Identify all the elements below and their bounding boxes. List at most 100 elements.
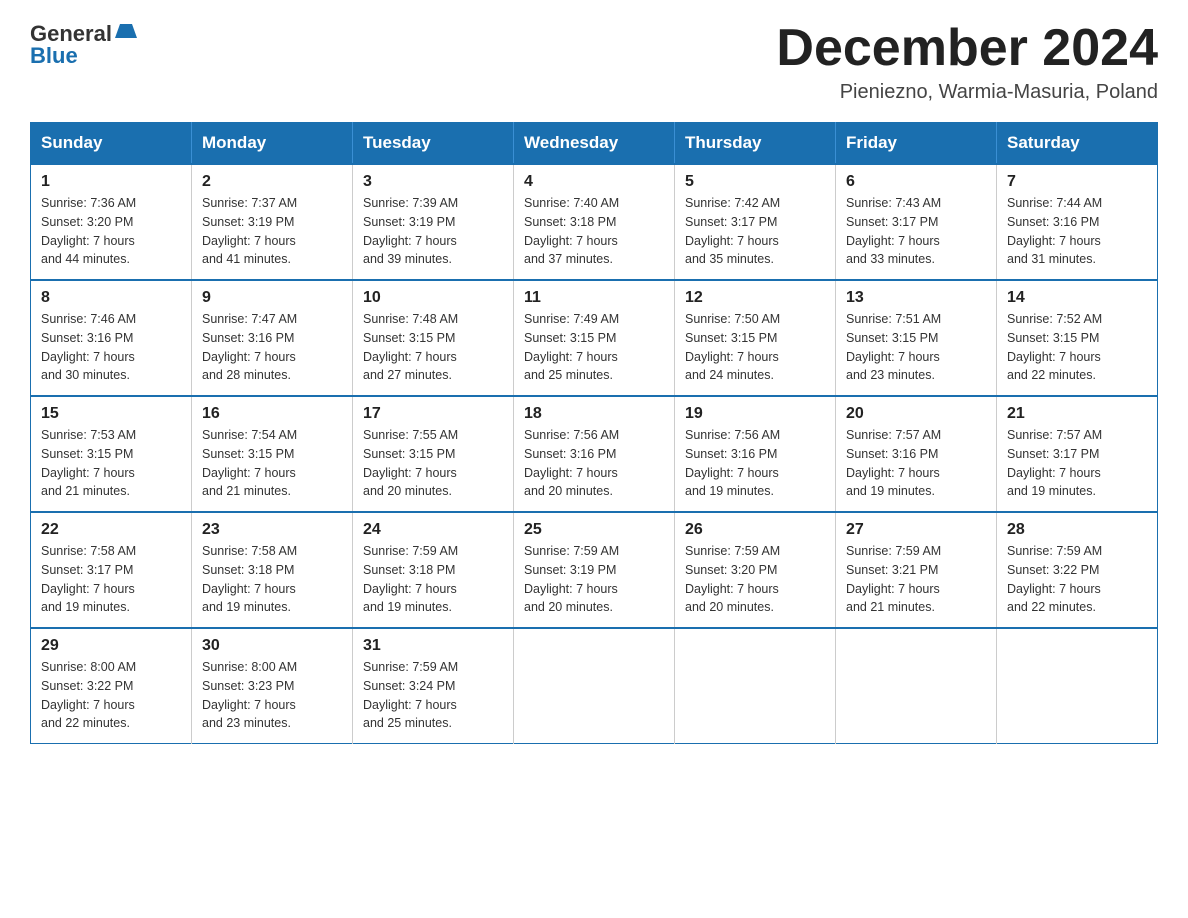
day-info: Sunrise: 7:42 AMSunset: 3:17 PMDaylight:… (685, 194, 825, 269)
calendar-week-row: 15 Sunrise: 7:53 AMSunset: 3:15 PMDayligh… (31, 396, 1158, 512)
day-number: 5 (685, 173, 825, 191)
day-info: Sunrise: 7:52 AMSunset: 3:15 PMDaylight:… (1007, 310, 1147, 385)
table-row: 2Sunrise: 7:37 AMSunset: 3:19 PMDaylight… (192, 164, 353, 280)
month-title: December 2024 (776, 20, 1158, 77)
day-number: 26 (685, 521, 825, 539)
day-info: Sunrise: 7:44 AMSunset: 3:16 PMDaylight:… (1007, 194, 1147, 269)
day-info: Sunrise: 7:54 AMSunset: 3:15 PMDaylight:… (202, 426, 342, 501)
day-number: 7 (1007, 173, 1147, 191)
day-info: Sunrise: 7:37 AMSunset: 3:19 PMDaylight:… (202, 194, 342, 269)
table-row: 8 Sunrise: 7:46 AMSunset: 3:16 PMDaylight… (31, 280, 192, 396)
day-info: Sunrise: 7:46 AMSunset: 3:16 PMDaylight:… (41, 310, 181, 385)
header-thursday: Thursday (675, 123, 836, 165)
page-header: General Blue December 2024 Pieniezno, Wa… (30, 20, 1158, 104)
header-saturday: Saturday (997, 123, 1158, 165)
table-row: 15 Sunrise: 7:53 AMSunset: 3:15 PMDayligh… (31, 396, 192, 512)
header-tuesday: Tuesday (353, 123, 514, 165)
day-info: Sunrise: 7:59 AMSunset: 3:21 PMDaylight:… (846, 542, 986, 617)
table-row: 10 Sunrise: 7:48 AMSunset: 3:15 PMDayligh… (353, 280, 514, 396)
table-row (675, 628, 836, 744)
table-row: 21Sunrise: 7:57 AMSunset: 3:17 PMDayligh… (997, 396, 1158, 512)
table-row: 28 Sunrise: 7:59 AMSunset: 3:22 PMDayligh… (997, 512, 1158, 628)
logo-blue-text: Blue (30, 43, 78, 69)
table-row: 22 Sunrise: 7:58 AMSunset: 3:17 PMDayligh… (31, 512, 192, 628)
table-row: 17 Sunrise: 7:55 AMSunset: 3:15 PMDayligh… (353, 396, 514, 512)
header-wednesday: Wednesday (514, 123, 675, 165)
day-number: 16 (202, 405, 342, 423)
header-monday: Monday (192, 123, 353, 165)
calendar-table: Sunday Monday Tuesday Wednesday Thursday… (30, 122, 1158, 744)
day-number: 23 (202, 521, 342, 539)
table-row: 11 Sunrise: 7:49 AMSunset: 3:15 PMDayligh… (514, 280, 675, 396)
day-info: Sunrise: 7:59 AMSunset: 3:20 PMDaylight:… (685, 542, 825, 617)
day-number: 10 (363, 289, 503, 307)
table-row: 3Sunrise: 7:39 AMSunset: 3:19 PMDaylight… (353, 164, 514, 280)
table-row: 30 Sunrise: 8:00 AMSunset: 3:23 PMDayligh… (192, 628, 353, 744)
day-number: 25 (524, 521, 664, 539)
header-sunday: Sunday (31, 123, 192, 165)
table-row: 4Sunrise: 7:40 AMSunset: 3:18 PMDaylight… (514, 164, 675, 280)
day-number: 19 (685, 405, 825, 423)
day-info: Sunrise: 7:49 AMSunset: 3:15 PMDaylight:… (524, 310, 664, 385)
day-info: Sunrise: 7:55 AMSunset: 3:15 PMDaylight:… (363, 426, 503, 501)
day-number: 31 (363, 637, 503, 655)
table-row: 18 Sunrise: 7:56 AMSunset: 3:16 PMDayligh… (514, 396, 675, 512)
day-info: Sunrise: 8:00 AMSunset: 3:22 PMDaylight:… (41, 658, 181, 733)
day-number: 15 (41, 405, 181, 423)
day-info: Sunrise: 7:59 AMSunset: 3:24 PMDaylight:… (363, 658, 503, 733)
table-row: 19 Sunrise: 7:56 AMSunset: 3:16 PMDayligh… (675, 396, 836, 512)
table-row: 31 Sunrise: 7:59 AMSunset: 3:24 PMDayligh… (353, 628, 514, 744)
day-info: Sunrise: 7:56 AMSunset: 3:16 PMDaylight:… (685, 426, 825, 501)
table-row: 23 Sunrise: 7:58 AMSunset: 3:18 PMDayligh… (192, 512, 353, 628)
day-number: 8 (41, 289, 181, 307)
day-number: 28 (1007, 521, 1147, 539)
day-number: 20 (846, 405, 986, 423)
day-info: Sunrise: 7:56 AMSunset: 3:16 PMDaylight:… (524, 426, 664, 501)
day-number: 18 (524, 405, 664, 423)
table-row: 13 Sunrise: 7:51 AMSunset: 3:15 PMDayligh… (836, 280, 997, 396)
day-number: 12 (685, 289, 825, 307)
day-info: Sunrise: 7:36 AMSunset: 3:20 PMDaylight:… (41, 194, 181, 269)
day-info: Sunrise: 7:39 AMSunset: 3:19 PMDaylight:… (363, 194, 503, 269)
day-number: 13 (846, 289, 986, 307)
day-number: 11 (524, 289, 664, 307)
day-number: 22 (41, 521, 181, 539)
day-info: Sunrise: 7:50 AMSunset: 3:15 PMDaylight:… (685, 310, 825, 385)
day-number: 21 (1007, 405, 1147, 423)
day-info: Sunrise: 7:59 AMSunset: 3:22 PMDaylight:… (1007, 542, 1147, 617)
day-number: 6 (846, 173, 986, 191)
logo-triangle-icon (115, 20, 137, 42)
weekday-header-row: Sunday Monday Tuesday Wednesday Thursday… (31, 123, 1158, 165)
table-row: 1 Sunrise: 7:36 AMSunset: 3:20 PMDaylight… (31, 164, 192, 280)
table-row: 9Sunrise: 7:47 AMSunset: 3:16 PMDaylight… (192, 280, 353, 396)
calendar-week-row: 22 Sunrise: 7:58 AMSunset: 3:17 PMDayligh… (31, 512, 1158, 628)
table-row: 29Sunrise: 8:00 AMSunset: 3:22 PMDayligh… (31, 628, 192, 744)
day-info: Sunrise: 7:59 AMSunset: 3:19 PMDaylight:… (524, 542, 664, 617)
day-number: 30 (202, 637, 342, 655)
table-row (836, 628, 997, 744)
table-row: 25 Sunrise: 7:59 AMSunset: 3:19 PMDayligh… (514, 512, 675, 628)
table-row: 5 Sunrise: 7:42 AMSunset: 3:17 PMDaylight… (675, 164, 836, 280)
table-row: 27Sunrise: 7:59 AMSunset: 3:21 PMDayligh… (836, 512, 997, 628)
day-info: Sunrise: 7:58 AMSunset: 3:17 PMDaylight:… (41, 542, 181, 617)
day-info: Sunrise: 8:00 AMSunset: 3:23 PMDaylight:… (202, 658, 342, 733)
title-block: December 2024 Pieniezno, Warmia-Masuria,… (776, 20, 1158, 104)
table-row (514, 628, 675, 744)
day-info: Sunrise: 7:48 AMSunset: 3:15 PMDaylight:… (363, 310, 503, 385)
table-row: 26 Sunrise: 7:59 AMSunset: 3:20 PMDayligh… (675, 512, 836, 628)
day-number: 1 (41, 173, 181, 191)
day-number: 4 (524, 173, 664, 191)
table-row: 20Sunrise: 7:57 AMSunset: 3:16 PMDayligh… (836, 396, 997, 512)
day-info: Sunrise: 7:59 AMSunset: 3:18 PMDaylight:… (363, 542, 503, 617)
day-number: 17 (363, 405, 503, 423)
day-info: Sunrise: 7:51 AMSunset: 3:15 PMDaylight:… (846, 310, 986, 385)
calendar-week-row: 29Sunrise: 8:00 AMSunset: 3:22 PMDayligh… (31, 628, 1158, 744)
location-title: Pieniezno, Warmia-Masuria, Poland (776, 81, 1158, 104)
day-info: Sunrise: 7:58 AMSunset: 3:18 PMDaylight:… (202, 542, 342, 617)
header-friday: Friday (836, 123, 997, 165)
table-row: 12 Sunrise: 7:50 AMSunset: 3:15 PMDayligh… (675, 280, 836, 396)
day-info: Sunrise: 7:43 AMSunset: 3:17 PMDaylight:… (846, 194, 986, 269)
logo: General Blue (30, 20, 137, 69)
day-info: Sunrise: 7:53 AMSunset: 3:15 PMDaylight:… (41, 426, 181, 501)
table-row: 24Sunrise: 7:59 AMSunset: 3:18 PMDayligh… (353, 512, 514, 628)
